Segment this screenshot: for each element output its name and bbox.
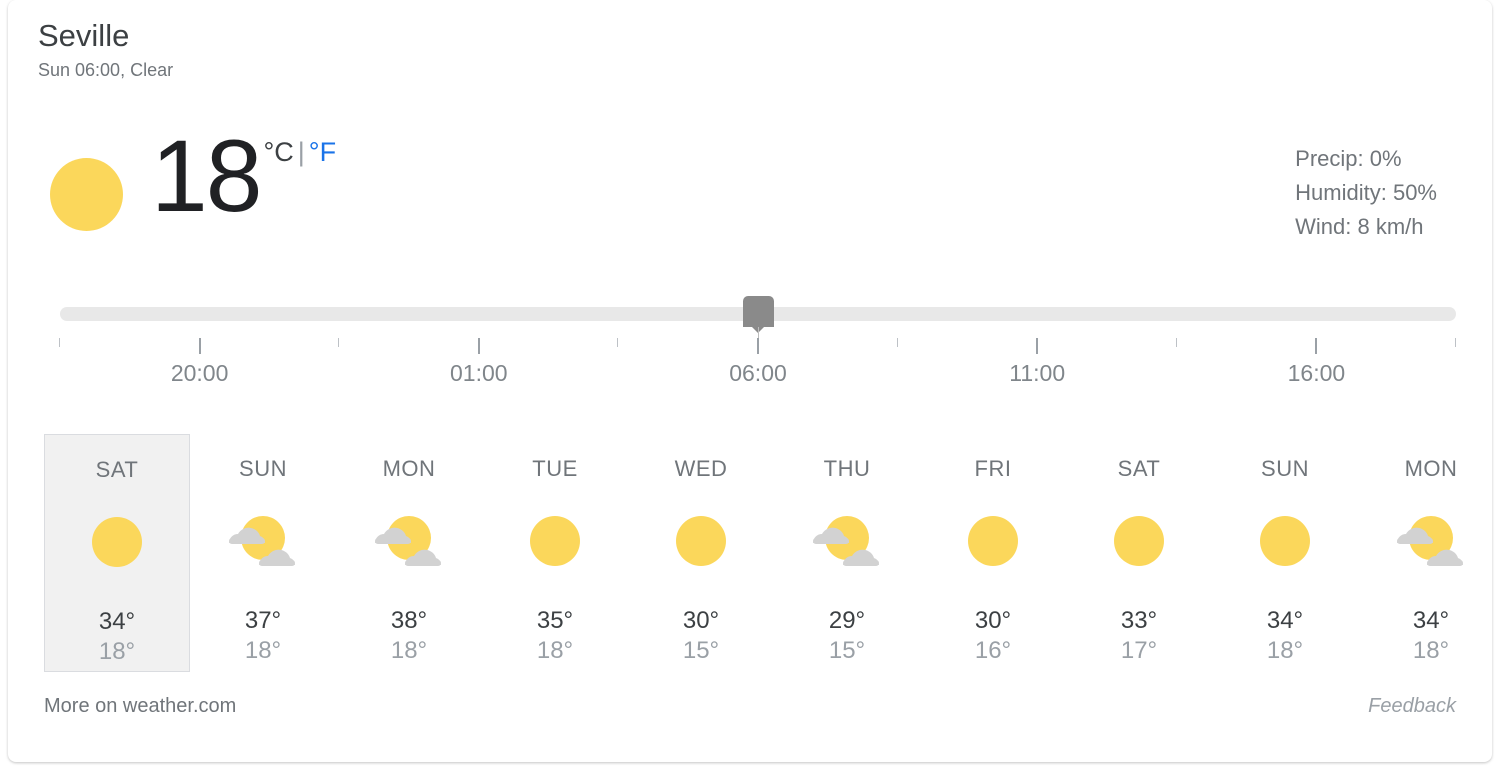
unit-celsius-button[interactable]: °C: [263, 137, 293, 167]
forecast-row: SAT 34° 18° SUN 37° 18° MON 38° 18° TUE 35° 18° WED 3…: [44, 434, 1464, 674]
humidity-stat: Humidity: 50%: [1295, 180, 1437, 205]
slider-time-label: 20:00: [170, 360, 229, 386]
forecast-day-low: 18°: [244, 637, 282, 664]
forecast-day-high: 34°: [1412, 607, 1450, 634]
forecast-day-icon: [190, 508, 336, 578]
forecast-day-high: 35°: [536, 607, 574, 634]
partly-cloudy-icon: [369, 512, 449, 570]
forecast-day-high: 30°: [682, 607, 720, 634]
sun-icon: [1114, 516, 1164, 566]
forecast-day-icon: [628, 508, 774, 578]
forecast-day-mon-9[interactable]: MON 34° 18°: [1358, 434, 1492, 672]
forecast-day-low: 16°: [974, 637, 1012, 664]
weather-card: Seville Sun 06:00, Clear 18 °C | °F Precip…: [8, 0, 1492, 762]
forecast-day-name: TUE: [532, 456, 578, 481]
forecast-day-low: 15°: [682, 637, 720, 664]
slider-tick-minor: [1455, 338, 1456, 347]
slider-time-label: 16:00: [1287, 360, 1346, 386]
slider-tick-major: [1036, 338, 1039, 354]
slider-tick-minor: [338, 338, 340, 347]
forecast-day-low: 15°: [828, 637, 866, 664]
forecast-day-name: SUN: [1261, 456, 1309, 481]
forecast-day-low: 18°: [390, 637, 428, 664]
forecast-day-low: 18°: [1412, 637, 1450, 664]
forecast-day-mon-2[interactable]: MON 38° 18°: [336, 434, 482, 672]
forecast-day-name: SUN: [239, 456, 287, 481]
forecast-day-low: 18°: [98, 638, 136, 665]
forecast-day-high: 34°: [1266, 607, 1304, 634]
slider-tick-major: [1315, 338, 1318, 354]
forecast-day-high: 34°: [98, 608, 136, 635]
partly-cloudy-icon: [1391, 512, 1471, 570]
forecast-day-sat-0[interactable]: SAT 34° 18°: [44, 434, 190, 672]
forecast-day-icon: [336, 508, 482, 578]
current-temperature-block: 18 °C | °F: [151, 125, 336, 227]
forecast-day-name: FRI: [974, 456, 1012, 481]
forecast-day-high: 29°: [828, 607, 866, 634]
forecast-day-name: SAT: [95, 457, 139, 482]
forecast-day-sat-7[interactable]: SAT 33° 17°: [1066, 434, 1212, 672]
forecast-day-icon: [1066, 508, 1212, 578]
sun-icon: [530, 516, 580, 566]
forecast-day-icon: [482, 508, 628, 578]
feedback-link[interactable]: Feedback: [1368, 695, 1456, 718]
partly-cloudy-icon: [807, 512, 887, 570]
forecast-day-icon: [1212, 508, 1358, 578]
forecast-day-sun-8[interactable]: SUN 34° 18°: [1212, 434, 1358, 672]
forecast-day-high: 37°: [244, 607, 282, 634]
forecast-day-fri-6[interactable]: FRI 30° 16°: [920, 434, 1066, 672]
unit-fahrenheit-button[interactable]: °F: [309, 137, 336, 167]
precip-stat: Precip: 0%: [1295, 146, 1402, 171]
time-slider[interactable]: 20:00 01:00 06:00 11:00 16:00: [59, 296, 1456, 400]
forecast-day-low: 18°: [536, 637, 574, 664]
slider-tick-major: [477, 338, 480, 354]
forecast-day-name: MON: [382, 456, 436, 481]
forecast-day-icon: [774, 508, 920, 578]
forecast-day-name: SAT: [1117, 456, 1161, 481]
sun-icon: [1260, 516, 1310, 566]
weather-header: Seville Sun 06:00, Clear: [38, 16, 173, 83]
forecast-day-high: 30°: [974, 607, 1012, 634]
slider-tick-minor: [1175, 338, 1177, 347]
page-title: Seville: [38, 18, 130, 53]
forecast-day-sun-1[interactable]: SUN 37° 18°: [190, 434, 336, 672]
slider-time-label: 01:00: [450, 360, 508, 386]
time-slider-labels: 20:00 01:00 06:00 11:00 16:00: [60, 360, 1456, 390]
forecast-day-high: 33°: [1120, 607, 1158, 634]
forecast-day-low: 18°: [1266, 637, 1304, 664]
unit-separator: |: [297, 137, 305, 167]
sun-icon: [50, 158, 123, 231]
current-conditions-subtitle: Sun 06:00, Clear: [38, 60, 174, 80]
forecast-day-wed-4[interactable]: WED 30° 15°: [628, 434, 774, 672]
partly-cloudy-icon: [223, 512, 303, 570]
forecast-day-icon: [920, 508, 1066, 578]
sun-icon: [676, 516, 726, 566]
current-temperature: 18: [151, 119, 262, 233]
current-conditions: 18 °C | °F: [38, 125, 336, 231]
forecast-day-high: 38°: [390, 607, 428, 634]
forecast-day-tue-3[interactable]: TUE 35° 18°: [482, 434, 628, 672]
slider-tick-minor: [59, 338, 60, 347]
forecast-day-name: THU: [823, 456, 871, 481]
slider-tick-major: [198, 338, 201, 354]
forecast-day-name: WED: [674, 456, 728, 481]
weather-stats: Precip: 0% Humidity: 50% Wind: 8 km/h: [1295, 142, 1437, 244]
unit-toggle: °C | °F: [263, 139, 336, 166]
time-slider-ticks: [59, 338, 1456, 354]
slider-tick-major: [757, 338, 759, 354]
slider-time-label: 11:00: [1009, 360, 1066, 386]
forecast-day-icon: [1358, 508, 1492, 578]
time-slider-thumb[interactable]: [742, 296, 774, 333]
forecast-day-name: MON: [1404, 456, 1458, 481]
forecast-day-thu-5[interactable]: THU 29° 15°: [774, 434, 920, 672]
sun-icon: [92, 517, 142, 567]
slider-time-label: 06:00: [729, 360, 787, 386]
forecast-day-low: 17°: [1120, 637, 1158, 664]
more-on-weather-link[interactable]: More on weather.com: [44, 695, 236, 718]
sun-icon: [968, 516, 1018, 566]
slider-tick-minor: [896, 338, 898, 347]
slider-tick-minor: [617, 338, 619, 347]
forecast-day-icon: [45, 509, 189, 579]
wind-stat: Wind: 8 km/h: [1295, 214, 1424, 239]
